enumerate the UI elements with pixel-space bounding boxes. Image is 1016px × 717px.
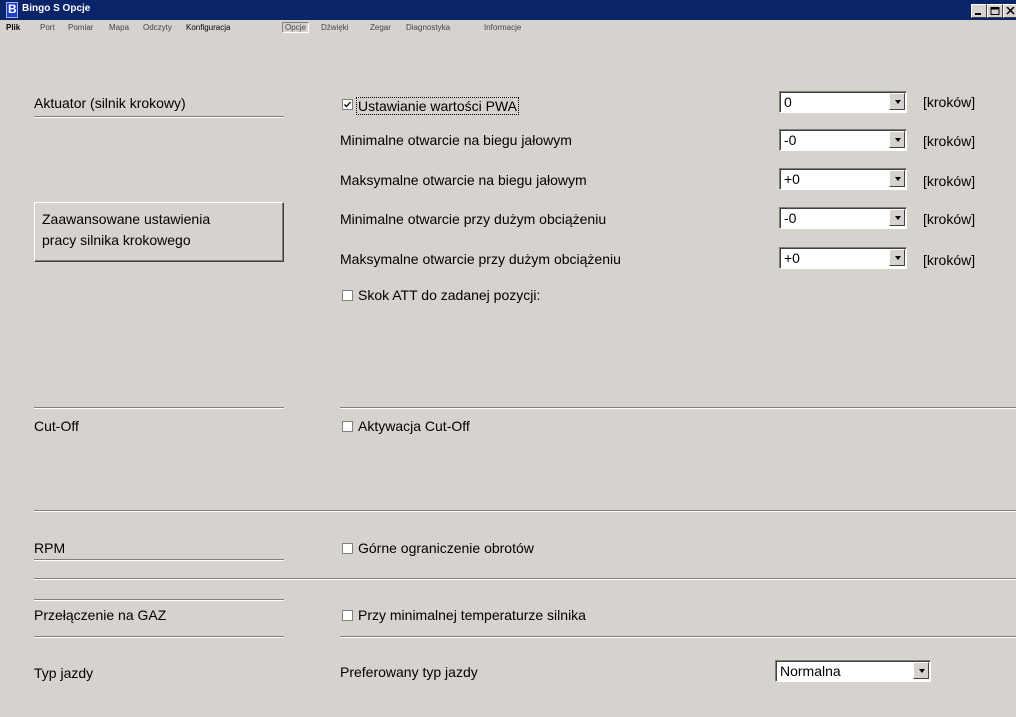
drive-section-label: Typ jazdy — [34, 665, 94, 681]
menu-item-opcje[interactable]: Opcje — [282, 22, 309, 33]
minimize-icon — [975, 13, 981, 15]
cutoff-option-label: Aktywacja Cut-Off — [358, 418, 470, 434]
pwa-checkbox[interactable] — [342, 99, 353, 110]
min-idle-combo[interactable]: -0 — [779, 129, 907, 151]
pwa-combo[interactable]: 0 — [779, 91, 907, 113]
advanced-button-label: Zaawansowane ustawienia pracy silnika kro… — [42, 209, 210, 251]
gas-section-label: Przełączenie na GAZ — [34, 607, 167, 623]
drive-type-combo[interactable]: Normalna — [775, 660, 931, 682]
divider — [34, 510, 1016, 512]
drive-option-label: Preferowany typ jazdy — [340, 664, 478, 680]
max-idle-combo[interactable]: +0 — [779, 168, 907, 190]
menu-bar: Plik Port Pomiar Mapa Odczyty Konfigurac… — [0, 20, 1016, 36]
app-icon — [6, 2, 18, 18]
close-icon — [1006, 7, 1015, 15]
divider — [34, 116, 284, 118]
unit-label: [kroków] — [923, 94, 976, 110]
divider — [340, 636, 1016, 638]
gas-checkbox[interactable] — [342, 610, 353, 621]
menu-item-odczyty[interactable]: Odczyty — [143, 23, 172, 32]
menu-item-port[interactable]: Port — [40, 23, 55, 32]
minimize-button[interactable] — [971, 4, 987, 18]
menu-item-pomiar[interactable]: Pomiar — [68, 23, 93, 32]
rpm-checkbox[interactable] — [342, 543, 353, 554]
rpm-option-label: Górne ograniczenie obrotów — [358, 540, 534, 556]
unit-label: [kroków] — [923, 133, 976, 149]
checkmark-icon — [344, 101, 351, 108]
advanced-button-line1: Zaawansowane ustawienia — [42, 211, 211, 227]
min-idle-value: -0 — [784, 132, 797, 148]
divider — [34, 578, 1016, 580]
menu-item-diagnostyka[interactable]: Diagnostyka — [406, 23, 450, 32]
menu-item-dzwieki[interactable]: Dźwięki — [321, 23, 349, 32]
divider — [340, 407, 1016, 409]
chevron-down-icon[interactable] — [889, 249, 905, 266]
max-load-label: Maksymalne otwarcie przy dużym obciążeni… — [340, 251, 621, 267]
gas-option-label: Przy minimalnej temperaturze silnika — [358, 607, 586, 623]
menu-item-zegar[interactable]: Zegar — [370, 23, 391, 32]
cutoff-checkbox[interactable] — [342, 421, 353, 432]
menu-item-konfiguracja[interactable]: Konfiguracja — [186, 23, 230, 32]
min-idle-label: Minimalne otwarcie na biegu jałowym — [340, 132, 572, 148]
menu-item-informacje[interactable]: Informacje — [484, 23, 521, 32]
chevron-down-icon[interactable] — [889, 170, 905, 187]
divider — [34, 407, 284, 409]
maximize-icon — [990, 7, 1000, 15]
min-load-value: -0 — [784, 210, 797, 226]
divider — [34, 559, 284, 561]
cutoff-section-label: Cut-Off — [34, 418, 79, 434]
pwa-label[interactable]: Ustawianie wartości PWA — [356, 97, 519, 115]
unit-label: [kroków] — [923, 173, 976, 189]
att-label: Skok ATT do zadanej pozycji: — [358, 287, 541, 303]
drive-type-value: Normalna — [780, 663, 841, 679]
window-title: Bingo S Opcje — [22, 3, 91, 14]
title-bar: Bingo S Opcje — [0, 0, 1016, 20]
advanced-button-line2: pracy silnika krokowego — [42, 232, 191, 248]
chevron-down-icon[interactable] — [913, 662, 929, 679]
maximize-button[interactable] — [987, 4, 1003, 18]
min-load-combo[interactable]: -0 — [779, 207, 907, 229]
max-load-combo[interactable]: +0 — [779, 247, 907, 269]
chevron-down-icon[interactable] — [889, 131, 905, 148]
advanced-stepper-settings-button[interactable]: Zaawansowane ustawienia pracy silnika kro… — [34, 202, 284, 262]
max-idle-value: +0 — [784, 171, 800, 187]
close-button[interactable] — [1003, 4, 1016, 18]
menu-item-mapa[interactable]: Mapa — [109, 23, 129, 32]
unit-label: [kroków] — [923, 211, 976, 227]
menu-item-plik[interactable]: Plik — [6, 23, 20, 32]
chevron-down-icon[interactable] — [889, 209, 905, 226]
att-checkbox[interactable] — [342, 290, 353, 301]
min-load-label: Minimalne otwarcie przy dużym obciążeniu — [340, 211, 607, 227]
max-load-value: +0 — [784, 250, 800, 266]
actuator-section-label: Aktuator (silnik krokowy) — [34, 95, 186, 111]
pwa-value: 0 — [784, 94, 792, 110]
unit-label: [kroków] — [923, 252, 976, 268]
divider — [34, 599, 284, 601]
chevron-down-icon[interactable] — [889, 93, 905, 110]
divider — [34, 636, 284, 638]
max-idle-label: Maksymalne otwarcie na biegu jałowym — [340, 172, 587, 188]
rpm-section-label: RPM — [34, 540, 66, 556]
